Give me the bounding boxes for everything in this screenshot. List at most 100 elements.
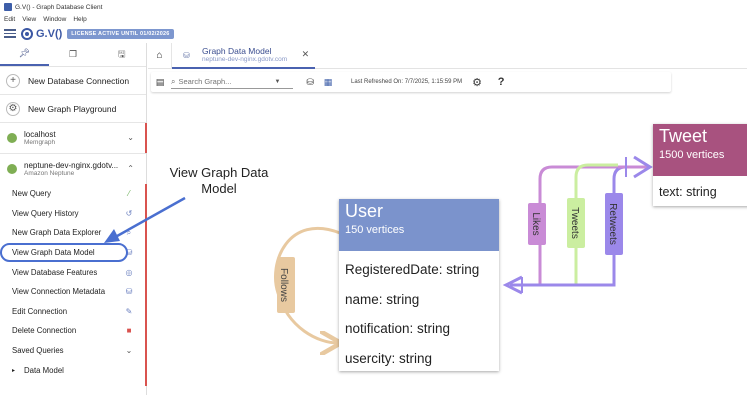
active-indicator (145, 184, 147, 386)
connection-name: localhost (24, 129, 56, 139)
playground-icon: ⚙︎ (6, 101, 20, 116)
connection-type: Memgraph (24, 138, 56, 146)
delete-connection-item[interactable]: Delete Connection ■ (0, 321, 146, 341)
connection-neptune[interactable]: neptune-dev-nginx.gdotv... Amazon Neptun… (0, 154, 146, 184)
property: text: string (659, 185, 717, 199)
database-icon: ⛁ (125, 287, 133, 297)
saved-queries-item[interactable]: Saved Queries ⌄ (0, 341, 146, 361)
explore-icon: ⌕ (126, 227, 132, 237)
help-icon[interactable]: ? (492, 76, 510, 88)
database-icon: ⛁ (183, 50, 190, 60)
chevron-up-icon[interactable]: ⌃ (127, 164, 134, 173)
tab-subtitle: neptune-dev-nginx.gdotv.com (202, 55, 288, 63)
new-connection-label: New Database Connection (28, 75, 130, 86)
search-icon: ⌕ (171, 76, 176, 86)
home-tab[interactable]: ⌂ (148, 42, 172, 69)
hamburger-menu-icon[interactable] (4, 28, 16, 40)
edit-connection-item[interactable]: Edit Connection ✎ (0, 302, 146, 322)
menu-label: New Graph Data Explorer (12, 228, 102, 238)
search-box[interactable]: ⌕ ▼ (171, 75, 293, 89)
database-icon: ⛁ (125, 248, 133, 258)
status-dot-icon (7, 133, 17, 143)
sidebar-tabs: 📌︎ ❐ 🖫︎ (0, 43, 146, 67)
caret-right-icon: ▸ (12, 367, 16, 374)
edit-icon: ✎ (125, 306, 133, 316)
data-model-tree-item[interactable]: ▸ Data Model (0, 360, 146, 380)
last-refreshed: Last Refreshed On: 7/7/2025, 1:15:59 PM (351, 79, 463, 85)
node-properties: RegisteredDate: string name: string noti… (339, 251, 499, 373)
gear-icon[interactable]: ⚙ (468, 76, 486, 89)
brand-bar: G.V() LICENSE ACTIVE UNTIL 01/02/2026 (0, 25, 747, 42)
view-graph-data-model-item[interactable]: View Graph Data Model ⛁ (0, 242, 132, 263)
plus-icon: + (6, 73, 20, 88)
tab-title: Graph Data Model (202, 45, 272, 56)
new-graph-data-explorer-item[interactable]: New Graph Data Explorer ⌕ (0, 223, 146, 243)
menu-label: View Connection Metadata (12, 287, 106, 297)
view-database-features-item[interactable]: View Database Features ◎ (0, 262, 146, 282)
features-icon: ◎ (125, 267, 133, 277)
trash-icon: ■ (126, 326, 132, 336)
app-logo: G.V() (21, 27, 63, 40)
tab-graph-data-model[interactable]: ⛁ Graph Data Model neptune-dev-nginx.gdo… (172, 43, 316, 69)
view-query-history-item[interactable]: View Query History ↺ (0, 204, 146, 224)
edge-label-retweets: Retweets (607, 203, 618, 245)
new-connection-button[interactable]: + New Database Connection (0, 67, 146, 94)
menu-label: View Query History (12, 208, 79, 218)
menubar: Edit View Window Help (0, 14, 747, 25)
sidebar: 📌︎ ❐ 🖫︎ + New Database Connection ⚙︎ New… (0, 43, 147, 395)
node-header: User 150 vertices (339, 199, 499, 251)
documents-icon: ❐ (68, 49, 78, 59)
property: notification: string (345, 321, 451, 336)
new-playground-button[interactable]: ⚙︎ New Graph Playground (0, 95, 146, 122)
tab-connections[interactable]: 📌︎ (0, 43, 49, 66)
connection-menu: New Query ⁄ View Query History ↺ New Gra… (0, 184, 147, 386)
logo-text: G.V() (36, 27, 63, 40)
map-icon[interactable]: ▤ (151, 77, 169, 88)
table-icon[interactable]: ▦ (319, 77, 337, 88)
property: RegisteredDate: string (345, 262, 480, 277)
connection-type: Amazon Neptune (24, 169, 75, 177)
new-query-item[interactable]: New Query ⁄ (0, 184, 146, 204)
node-user[interactable]: User 150 vertices RegisteredDate: string… (339, 199, 499, 371)
node-tweet[interactable]: Tweet 1500 vertices text: string (653, 124, 747, 206)
caret-down-icon[interactable]: ▼ (274, 79, 280, 85)
graph-toolbar: ▤ ⌕ ▼ ⛁ ▦ Last Refreshed On: 7/7/2025, 1… (151, 72, 671, 92)
active-indicator (145, 123, 147, 153)
menu-label: View Database Features (12, 267, 98, 277)
menu-view[interactable]: View (22, 16, 36, 23)
save-icon: 🖫︎ (117, 48, 126, 59)
window-titlebar: G.V() - Graph Database Client (0, 0, 747, 14)
tab-documents[interactable]: ❐ (49, 43, 98, 66)
node-header: Tweet 1500 vertices (653, 124, 747, 176)
connection-localhost[interactable]: localhost Memgraph ⌄ (0, 123, 147, 153)
node-properties: text: string (653, 176, 747, 204)
search-input[interactable] (178, 77, 275, 86)
status-dot-icon (7, 164, 17, 174)
data-model-label: Data Model (24, 365, 64, 375)
menu-edit[interactable]: Edit (4, 16, 15, 23)
close-icon[interactable]: ✕ (302, 49, 310, 60)
graph-canvas[interactable]: Follows Likes Tweets Retweets User 150 v… (148, 93, 747, 395)
chevron-down-icon: ⌄ (125, 346, 133, 356)
tab-bar: ⌂ ⛁ Graph Data Model neptune-dev-nginx.g… (148, 42, 747, 69)
edge-label-follows: Follows (278, 268, 289, 302)
menu-help[interactable]: Help (73, 16, 86, 23)
edge-label-tweets: Tweets (569, 207, 580, 239)
node-count: 150 vertices (345, 224, 405, 236)
chevron-down-icon[interactable]: ⌄ (127, 133, 134, 142)
menu-label: Edit Connection (12, 306, 68, 316)
logo-mark-icon (21, 27, 33, 40)
connection-name: neptune-dev-nginx.gdotv... (24, 160, 119, 170)
tab-saved[interactable]: 🖫︎ (97, 43, 146, 66)
wand-icon: ⁄ (128, 189, 130, 199)
menu-label: Delete Connection (12, 326, 77, 336)
node-name: User (345, 201, 384, 221)
app-icon (4, 3, 12, 11)
menu-window[interactable]: Window (43, 16, 66, 23)
node-count: 1500 vertices (659, 149, 725, 161)
home-icon: ⌂ (156, 50, 163, 61)
edge-likes[interactable] (510, 165, 618, 287)
refresh-database-icon[interactable]: ⛁ (301, 77, 319, 88)
view-connection-metadata-item[interactable]: View Connection Metadata ⛁ (0, 282, 146, 302)
edge-label-likes: Likes (530, 212, 541, 235)
